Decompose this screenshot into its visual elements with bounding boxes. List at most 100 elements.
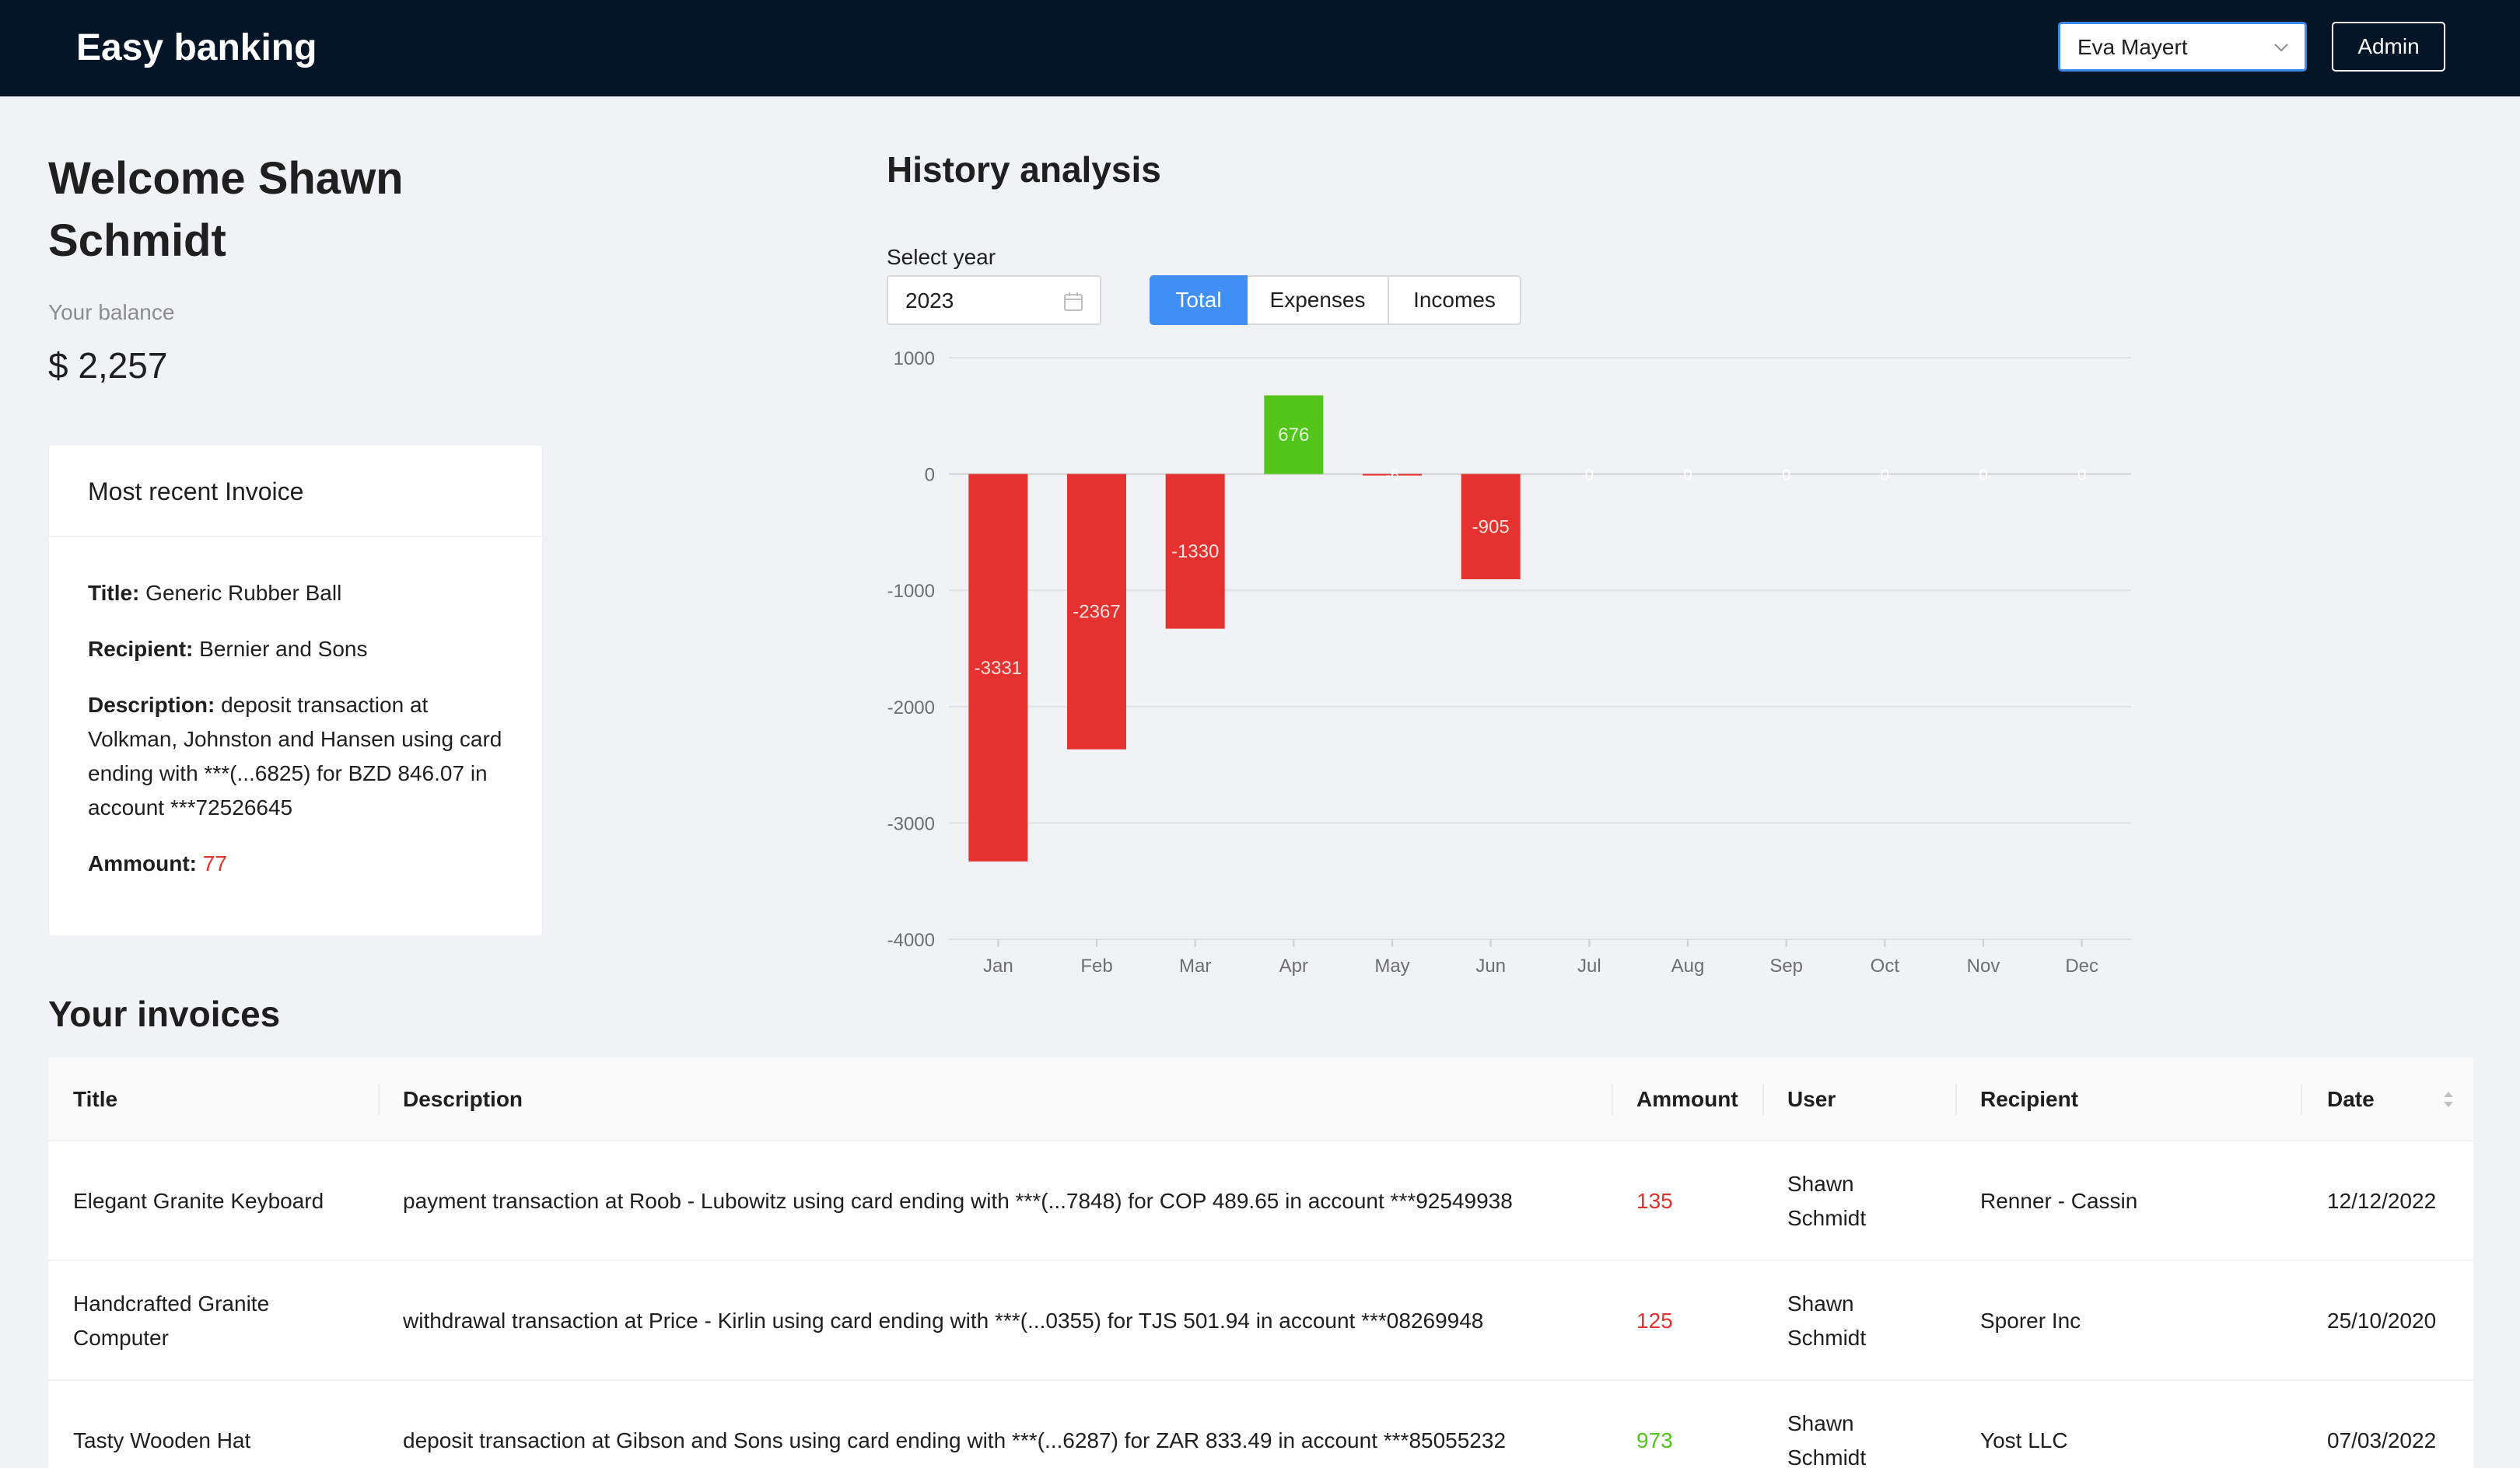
table-row[interactable]: Tasty Wooden Hat deposit transaction at …: [48, 1381, 2473, 1468]
balance-label: Your balance: [48, 300, 175, 324]
user-select-value: Eva Mayert: [2077, 35, 2188, 59]
x-tick-label: Mar: [1179, 956, 1211, 977]
x-tick-label: Dec: [2065, 956, 2098, 977]
admin-button[interactable]: Admin: [2332, 22, 2445, 72]
invoice-title-label: Title:: [88, 581, 140, 605]
x-tick-label: Feb: [1080, 956, 1112, 977]
cell-amount: 135: [1636, 1189, 1673, 1213]
data-label: 0: [2077, 467, 2086, 484]
cell-title: Handcrafted Granite Computer: [73, 1291, 270, 1350]
data-label: 676: [1278, 425, 1309, 446]
invoice-card-title: Most recent Invoice: [88, 477, 304, 505]
column-header-title: Title: [73, 1087, 118, 1111]
data-label: -3331: [975, 658, 1022, 679]
invoice-amount-value: 77: [202, 851, 227, 876]
table-row[interactable]: Handcrafted Granite Computer withdrawal …: [48, 1261, 2473, 1381]
cell-description: deposit transaction at Gibson and Sons u…: [403, 1428, 1507, 1452]
x-tick-label: Nov: [1967, 956, 2000, 977]
invoice-card-body: Title: Generic Rubber Ball Recipient: Be…: [49, 537, 542, 881]
cell-recipient: Yost LLC: [1980, 1428, 2068, 1452]
table-header: Title Description Ammount User Recipient…: [48, 1057, 2473, 1141]
data-label: -6: [1385, 467, 1399, 484]
column-separator: [1612, 1084, 1613, 1115]
column-separator: [1955, 1084, 1957, 1115]
invoice-title-field: Title: Generic Rubber Ball: [88, 576, 505, 610]
data-label: 0: [1782, 467, 1790, 484]
app-title: Easy banking: [76, 27, 317, 68]
data-label: 0: [1979, 467, 1987, 484]
segment-incomes[interactable]: Incomes: [1388, 275, 1521, 325]
x-tick-label: Jun: [1475, 956, 1506, 977]
x-tick-label: Jan: [983, 956, 1013, 977]
most-recent-invoice-card: Most recent Invoice Title: Generic Rubbe…: [48, 445, 543, 936]
column-header-amount: Ammount: [1636, 1087, 1738, 1111]
year-value: 2023: [905, 288, 954, 313]
x-tick-label: Apr: [1279, 956, 1308, 977]
invoices-table: Title Description Ammount User Recipient…: [48, 1057, 2473, 1468]
x-tick-label: Oct: [1871, 956, 1900, 977]
cell-amount: 973: [1636, 1428, 1673, 1452]
invoice-amount-label: Ammount:: [88, 851, 197, 876]
invoice-recipient-label: Recipient:: [88, 637, 194, 661]
column-header-user: User: [1787, 1087, 1836, 1111]
invoice-description-field: Description: deposit transaction at Volk…: [88, 688, 505, 825]
invoice-recipient-value: Bernier and Sons: [199, 637, 368, 661]
y-tick-label: -3000: [887, 813, 935, 834]
column-separator: [1762, 1084, 1764, 1115]
y-tick-label: -1000: [887, 581, 935, 602]
column-header-date[interactable]: Date: [2327, 1057, 2473, 1141]
invoice-recipient-field: Recipient: Bernier and Sons: [88, 632, 505, 666]
select-year-label: Select year: [887, 245, 996, 269]
column-header-date-label: Date: [2327, 1087, 2375, 1111]
column-separator: [2301, 1084, 2302, 1115]
table-row[interactable]: Elegant Granite Keyboard payment transac…: [48, 1141, 2473, 1261]
invoice-card-header: Most recent Invoice: [49, 446, 542, 537]
chart-bars: [968, 395, 1521, 862]
data-label: -2367: [1073, 602, 1120, 623]
cell-user: Shawn Schmidt: [1787, 1172, 1867, 1230]
cell-date: 07/03/2022: [2327, 1428, 2437, 1452]
invoice-title-value: Generic Rubber Ball: [145, 581, 342, 605]
cell-recipient: Renner - Cassin: [1980, 1189, 2138, 1213]
x-tick-label: Jul: [1577, 956, 1601, 977]
cell-title: Tasty Wooden Hat: [73, 1428, 251, 1452]
column-header-recipient: Recipient: [1980, 1087, 2079, 1111]
user-select[interactable]: Eva Mayert: [2058, 22, 2307, 72]
x-tick-label: May: [1374, 956, 1409, 977]
y-tick-label: 1000: [894, 348, 935, 369]
x-tick-label: Aug: [1671, 956, 1705, 977]
data-label: 0: [1881, 467, 1889, 484]
year-picker[interactable]: 2023: [887, 275, 1101, 325]
data-label: 0: [1683, 467, 1692, 484]
chevron-down-icon: [2274, 44, 2288, 52]
data-label: -905: [1472, 516, 1510, 537]
calendar-icon: [1064, 292, 1083, 311]
cell-user: Shawn Schmidt: [1787, 1411, 1867, 1468]
data-label: -1330: [1171, 541, 1219, 562]
balance-value: $ 2,257: [48, 345, 168, 386]
cell-amount: 125: [1636, 1309, 1673, 1333]
y-tick-label: -4000: [887, 930, 935, 951]
sort-icon[interactable]: [2441, 1087, 2456, 1112]
invoice-amount-field: Ammount: 77: [88, 847, 505, 881]
x-tick-label: Sep: [1769, 956, 1803, 977]
cell-description: payment transaction at Roob - Lubowitz u…: [403, 1189, 1513, 1213]
invoice-description-label: Description:: [88, 693, 215, 717]
column-separator: [378, 1084, 380, 1115]
top-navbar: Easy banking Eva Mayert Admin: [0, 0, 2520, 96]
invoices-title: Your invoices: [48, 994, 281, 1034]
cell-date: 25/10/2020: [2327, 1309, 2437, 1333]
cell-user: Shawn Schmidt: [1787, 1291, 1867, 1350]
column-header-description: Description: [403, 1087, 523, 1111]
y-tick-label: 0: [925, 465, 935, 486]
segment-expenses[interactable]: Expenses: [1246, 275, 1389, 325]
cell-recipient: Sporer Inc: [1980, 1309, 2081, 1333]
type-segmented-control: Total Expenses Incomes: [1150, 275, 1521, 325]
welcome-title: Welcome Shawn Schmidt: [48, 153, 404, 266]
history-title: History analysis: [887, 149, 1161, 190]
cell-date: 12/12/2022: [2327, 1189, 2437, 1213]
cell-description: withdrawal transaction at Price - Kirlin…: [403, 1309, 1484, 1333]
y-tick-label: -2000: [887, 697, 935, 718]
segment-total[interactable]: Total: [1150, 275, 1248, 325]
data-label: 0: [1585, 467, 1594, 484]
